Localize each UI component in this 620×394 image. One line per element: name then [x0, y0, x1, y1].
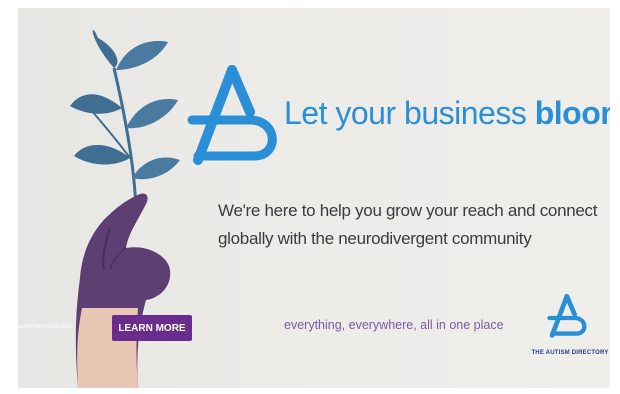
website-url: autismdirectory.com	[18, 324, 72, 330]
autism-directory-small-logo-icon	[547, 293, 587, 338]
autism-directory-logo-icon	[187, 65, 277, 165]
ad-banner[interactable]: Let your business bloom We're here to he…	[18, 8, 610, 388]
brand-name: THE AUTISM DIRECTORY	[531, 350, 609, 356]
learn-more-button[interactable]: LEARN MORE	[112, 315, 192, 341]
headline: Let your business bloom	[284, 95, 610, 132]
headline-bold: bloom	[534, 95, 610, 131]
tagline: everything, everywhere, all in one place	[284, 318, 504, 332]
subheadline: We're here to help you grow your reach a…	[218, 201, 598, 248]
ad-frame: Let your business bloom We're here to he…	[0, 0, 620, 394]
headline-regular: Let your business	[284, 95, 535, 131]
